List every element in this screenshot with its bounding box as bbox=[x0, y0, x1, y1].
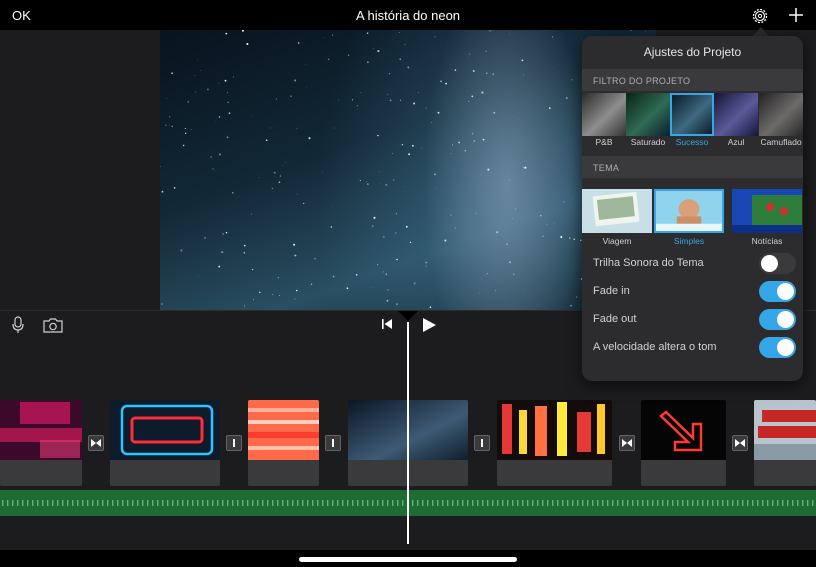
toggle-knob bbox=[761, 255, 778, 272]
theme-simples[interactable]: Simples bbox=[654, 189, 724, 247]
filter-list: P&B Saturado Sucesso Azul Camuflado bbox=[582, 93, 803, 149]
filter-thumbnail bbox=[582, 93, 626, 136]
option-label: Fade out bbox=[593, 313, 637, 325]
theme-section-header: TEMA bbox=[582, 156, 803, 178]
fade-out-toggle[interactable] bbox=[759, 309, 796, 330]
option-theme-music: Trilha Sonora do Tema bbox=[582, 250, 803, 278]
transition-cut-button[interactable] bbox=[226, 435, 242, 451]
theme-label: Simples bbox=[673, 236, 705, 246]
filter-sucesso[interactable]: Sucesso bbox=[670, 93, 714, 149]
playhead[interactable] bbox=[407, 322, 409, 544]
option-speed-pitch: A velocidade altera o tom bbox=[582, 334, 803, 362]
toggle-knob bbox=[777, 339, 794, 356]
theme-thumbnail bbox=[582, 189, 652, 233]
transition-cross-dissolve-button[interactable] bbox=[732, 435, 748, 451]
plus-icon[interactable] bbox=[787, 6, 805, 24]
filter-thumbnail bbox=[626, 93, 670, 136]
playhead-marker bbox=[398, 311, 418, 321]
left-panel bbox=[0, 30, 160, 310]
cut-icon bbox=[481, 439, 483, 447]
fade-in-toggle[interactable] bbox=[759, 281, 796, 302]
theme-label: Viagem bbox=[602, 236, 632, 246]
option-fade-out: Fade out bbox=[582, 306, 803, 334]
clip-thumbnail bbox=[497, 400, 612, 460]
project-settings-popover: Ajustes do Projeto FILTRO DO PROJETO P&B… bbox=[582, 36, 803, 381]
play-icon[interactable] bbox=[421, 317, 437, 333]
option-label: Fade in bbox=[593, 285, 630, 297]
bowtie-icon bbox=[91, 439, 101, 447]
skip-back-icon[interactable] bbox=[381, 318, 393, 330]
top-bar: OK A história do neon bbox=[0, 0, 816, 30]
gear-icon[interactable] bbox=[751, 7, 769, 25]
option-fade-in: Fade in bbox=[582, 278, 803, 306]
theme-list: Viagem Simples Notícias bbox=[582, 186, 803, 248]
bowtie-icon bbox=[622, 439, 632, 447]
theme-viagem[interactable]: Viagem bbox=[582, 189, 652, 247]
filter-pb[interactable]: P&B bbox=[582, 93, 626, 149]
clip-neon-prices[interactable] bbox=[0, 400, 82, 486]
filter-label: Camuflado bbox=[760, 137, 802, 147]
transition-cross-dissolve-button[interactable] bbox=[619, 435, 635, 451]
option-label: A velocidade altera o tom bbox=[593, 341, 717, 353]
theme-thumbnail bbox=[732, 189, 802, 233]
filter-section-header: FILTRO DO PROJETO bbox=[582, 69, 803, 91]
theme-music-toggle[interactable] bbox=[759, 253, 796, 274]
cut-icon bbox=[332, 439, 334, 447]
clip-thumbnail bbox=[110, 400, 220, 460]
filter-thumbnail bbox=[670, 93, 714, 136]
popover-title: Ajustes do Projeto bbox=[643, 45, 742, 59]
bowtie-icon bbox=[735, 439, 745, 447]
transition-cross-dissolve-button[interactable] bbox=[88, 435, 104, 451]
microphone-icon[interactable] bbox=[11, 316, 25, 334]
filter-thumbnail bbox=[714, 93, 758, 136]
theme-noticias[interactable]: Notícias bbox=[732, 189, 802, 247]
toggle-knob bbox=[777, 311, 794, 328]
home-indicator bbox=[299, 557, 517, 562]
toggle-knob bbox=[777, 283, 794, 300]
option-label: Trilha Sonora do Tema bbox=[593, 257, 704, 269]
cut-icon bbox=[233, 439, 235, 447]
clip-open-sign[interactable] bbox=[110, 400, 220, 486]
clip-thumbnail bbox=[754, 400, 816, 460]
filter-thumbnail bbox=[759, 93, 803, 136]
transition-cut-button[interactable] bbox=[325, 435, 341, 451]
clip-thumbnail bbox=[641, 400, 726, 460]
filter-camuflado[interactable]: Camuflado bbox=[759, 93, 803, 149]
clip-market-sign[interactable] bbox=[754, 400, 816, 486]
clip-thumbnail bbox=[248, 400, 319, 460]
filter-azul[interactable]: Azul bbox=[714, 93, 758, 149]
clip-neon-arrow[interactable] bbox=[641, 400, 726, 486]
theme-thumbnail bbox=[654, 189, 724, 233]
clip-city-night[interactable] bbox=[497, 400, 612, 486]
theme-label: Notícias bbox=[751, 236, 783, 246]
clip-neon-stripes[interactable] bbox=[248, 400, 319, 486]
filter-saturado[interactable]: Saturado bbox=[626, 93, 670, 149]
project-title: A história do neon bbox=[355, 8, 461, 23]
clip-thumbnail bbox=[0, 400, 82, 460]
camera-icon[interactable] bbox=[43, 318, 63, 333]
transition-cut-button[interactable] bbox=[474, 435, 490, 451]
speed-pitch-toggle[interactable] bbox=[759, 337, 796, 358]
